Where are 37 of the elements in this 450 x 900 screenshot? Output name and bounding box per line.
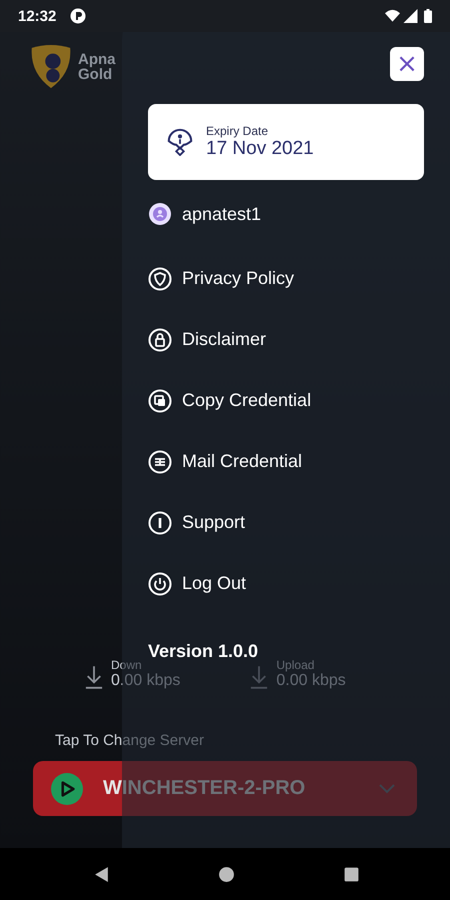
menu-item[interactable]: Privacy Policy: [148, 266, 294, 291]
version-text: Version 1.0.0: [148, 641, 260, 662]
recents-icon[interactable]: [342, 866, 360, 882]
menu-item[interactable]: Log Out: [148, 571, 246, 596]
logo-text: Apna: [78, 52, 116, 67]
shield-icon: [148, 266, 172, 290]
stat-label: Upload: [276, 658, 316, 672]
home-icon[interactable]: [218, 866, 234, 882]
menu-item[interactable]: Support: [148, 510, 246, 535]
stat-value: 0.00 kbps: [276, 672, 346, 690]
power-icon: [148, 572, 172, 596]
wifi-icon: [385, 9, 400, 23]
download-icon: [85, 664, 103, 690]
signal-icon: [403, 9, 418, 23]
copy-icon: [148, 388, 172, 412]
menu-item[interactable]: Disclaimer: [148, 327, 266, 352]
server-hint: Tap To Change Server: [55, 732, 205, 749]
close-button[interactable]: ×: [390, 47, 424, 81]
user-avatar-icon: [148, 202, 172, 226]
expiry-date: 17 Nov 2021: [206, 138, 314, 160]
stat-value: 0.00 kbps: [111, 672, 180, 690]
play-logo-icon: [51, 772, 83, 804]
lock-icon: [148, 328, 172, 352]
logo-text: Gold: [78, 67, 112, 82]
badge-icon: [166, 128, 194, 156]
username: apnatest1: [182, 204, 262, 224]
status-time: 12:32: [18, 8, 56, 24]
battery-icon: [424, 9, 432, 23]
menu-item[interactable]: Copy Credential: [148, 388, 312, 413]
info-icon: [148, 510, 172, 534]
back-icon[interactable]: [92, 866, 110, 882]
menu-item[interactable]: Mail Credential: [148, 449, 302, 474]
stat-label: Down: [111, 658, 143, 672]
download-icon: [250, 664, 268, 690]
expiry-label: Expiry Date: [206, 124, 270, 138]
chevron-down-icon: [379, 784, 395, 794]
app-notification-icon: [70, 8, 86, 24]
